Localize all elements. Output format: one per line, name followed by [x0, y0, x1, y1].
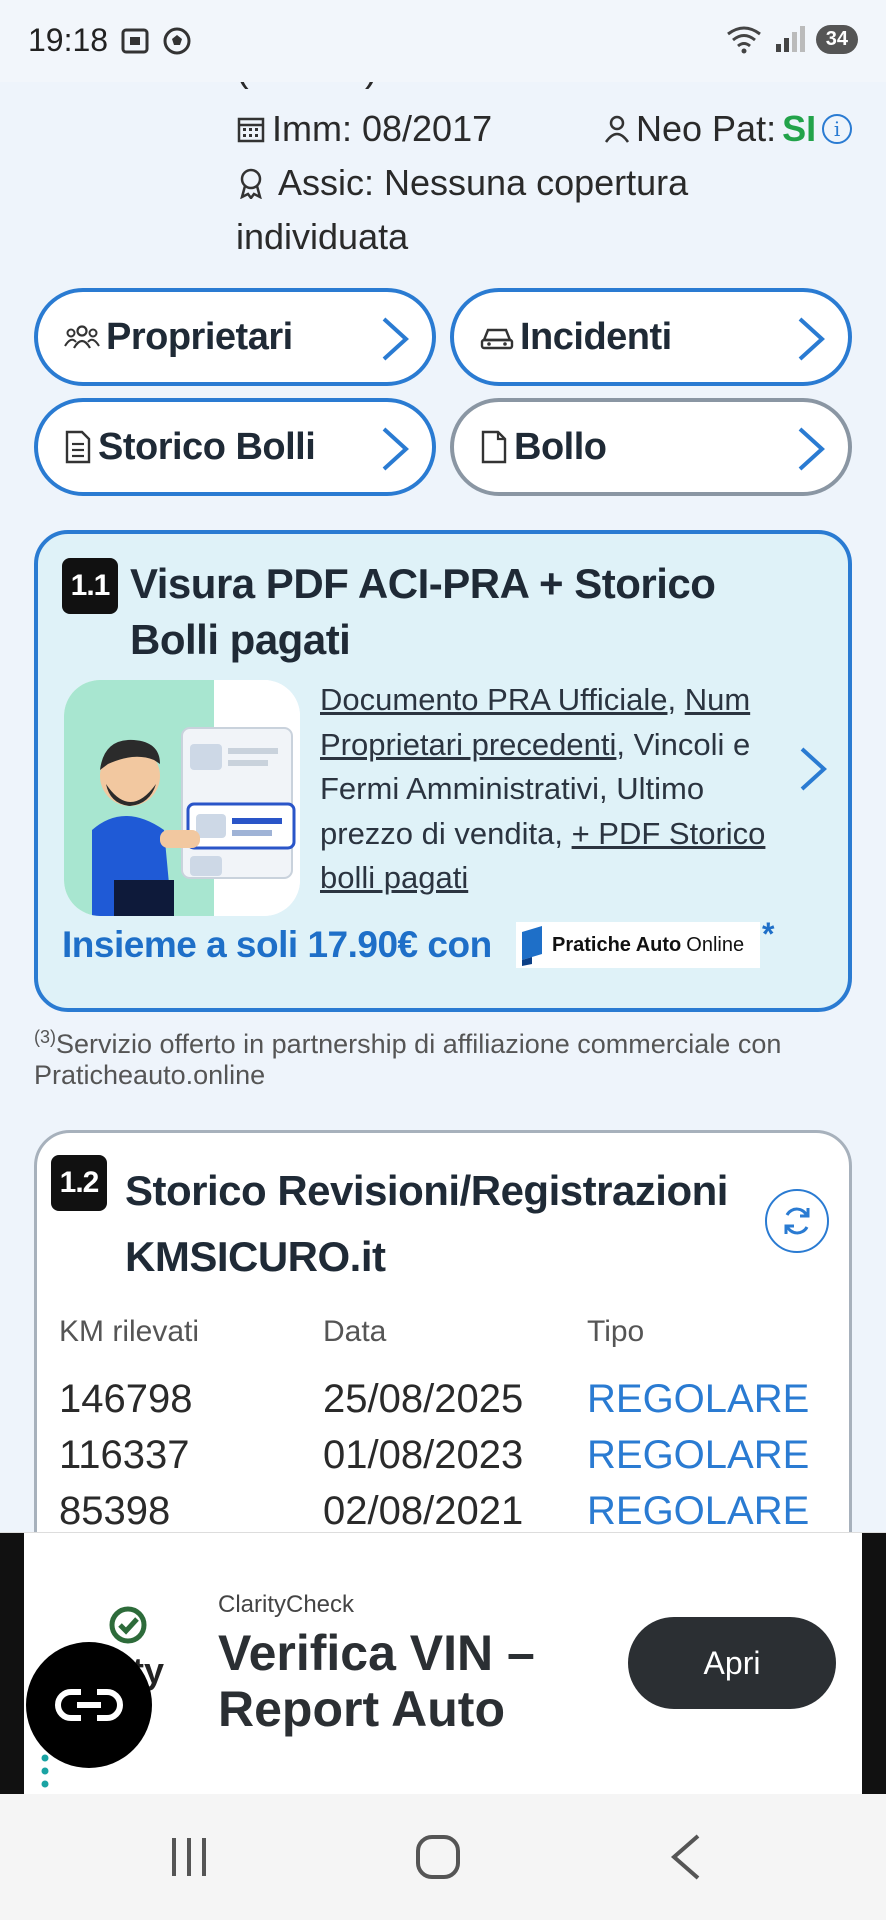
insurance-row: Assic: Nessuna copertura — [236, 162, 688, 204]
visura-title-line2: Bolli pagati — [130, 616, 351, 663]
signal-icon — [775, 26, 805, 52]
section-badge: 1.1 — [62, 558, 118, 614]
desc-text-3: prezzo di vendita, — [320, 815, 572, 851]
calendar-icon — [237, 117, 265, 143]
partnership-footnote: (3)Servizio offerto in partnership di af… — [34, 1022, 854, 1091]
ad-brand: ClarityCheck — [218, 1591, 355, 1618]
home-icon[interactable] — [414, 1834, 462, 1880]
wifi-icon — [726, 26, 761, 54]
column-header-type: Tipo — [587, 1315, 645, 1348]
floating-action-button[interactable] — [26, 1642, 152, 1768]
section-badge: 1.2 — [51, 1155, 107, 1211]
tax-button[interactable]: Bollo — [450, 398, 852, 496]
ad-title: Verifica VIN – Report Auto — [218, 1625, 535, 1737]
registration-row: Imm: 08/2017 — [236, 108, 492, 150]
check-magnifier-icon — [109, 1606, 147, 1644]
incidents-button[interactable]: Incidenti — [450, 288, 852, 386]
partner-logo: Pratiche Auto Online — [516, 922, 760, 968]
partner-name-light: Online — [686, 933, 745, 956]
neo-pat-value: SI — [782, 108, 817, 149]
back-icon[interactable] — [668, 1834, 704, 1880]
desc-text-2: Fermi Amministrativi, Ultimo — [320, 771, 705, 806]
mechanic-illustration — [64, 680, 300, 916]
document-lines-icon — [65, 430, 91, 464]
owners-button[interactable]: Proprietari — [34, 288, 436, 386]
ad-dots-icon — [41, 1754, 49, 1788]
incidents-button-label: Incidenti — [520, 315, 672, 358]
table-cell-km: 116337 — [59, 1433, 190, 1477]
soccer-ball-icon — [163, 27, 191, 55]
table-cell-date: 25/08/2025 — [323, 1377, 524, 1421]
link-tax-history-pdf-a[interactable]: + PDF Storico — [572, 816, 766, 851]
link-tax-history-pdf-b[interactable]: bolli pagati — [320, 860, 468, 895]
info-icon[interactable]: i — [822, 114, 853, 144]
car-crash-icon — [480, 328, 514, 350]
table-cell-date: 01/08/2023 — [323, 1433, 524, 1477]
insurance-row-2: individuata — [236, 216, 408, 258]
link-loop-icon — [55, 1689, 123, 1721]
table-cell-type: REGOLARE — [587, 1489, 810, 1533]
visura-title-line1: Visura PDF ACI-PRA + Storico — [130, 560, 716, 607]
visura-card[interactable]: 1.1 Visura PDF ACI-PRA + Storico Bolli p… — [34, 530, 852, 1012]
table-cell-type: REGOLARE — [587, 1433, 810, 1477]
recent-apps-icon[interactable] — [166, 1834, 212, 1880]
people-group-icon — [64, 325, 100, 349]
system-nav-bar — [0, 1794, 886, 1920]
chevron-right-icon[interactable] — [798, 746, 828, 792]
partner-logo-mark — [522, 926, 542, 966]
link-previous-owners-a[interactable]: Num — [685, 682, 750, 717]
chevron-right-icon — [382, 427, 409, 471]
revisions-title-line1: Storico Revisioni/Registrazioni — [125, 1167, 728, 1214]
battery-indicator: 34 — [815, 24, 858, 54]
registration-date: Imm: 08/2017 — [272, 108, 493, 149]
table-cell-km: 146798 — [59, 1377, 193, 1421]
chevron-right-icon — [798, 317, 825, 361]
ad-open-button[interactable]: Apri — [628, 1617, 836, 1709]
table-cell-type: REGOLARE — [587, 1377, 810, 1421]
status-time: 19:18 — [28, 22, 109, 58]
neo-pat-row: Neo Pat: SI i — [604, 108, 853, 150]
insurance-status-cont: individuata — [236, 216, 409, 257]
ad-edge-right — [862, 1533, 886, 1795]
price-promo: Insieme a soli 17.90€ con — [62, 924, 492, 965]
link-official-document[interactable]: Documento PRA Ufficiale — [320, 682, 667, 717]
asterisk: * — [762, 916, 775, 952]
chevron-right-icon — [798, 427, 825, 471]
refresh-button[interactable] — [765, 1189, 829, 1253]
footnote-marker: (3) — [34, 1027, 56, 1047]
table-cell-date: 02/08/2021 — [323, 1489, 524, 1533]
visura-description: Documento PRA Ufficiale, Num Proprietari… — [320, 678, 800, 901]
table-cell-km: 85398 — [59, 1489, 171, 1533]
tax-history-button[interactable]: Storico Bolli — [34, 398, 436, 496]
refresh-icon — [784, 1207, 810, 1235]
column-header-date: Data — [323, 1315, 387, 1348]
insurance-status: Assic: Nessuna copertura — [278, 162, 689, 203]
desc-separator: , — [667, 682, 685, 717]
column-header-km: KM rilevati — [59, 1315, 200, 1348]
neo-pat-label: Neo Pat: — [636, 108, 777, 149]
screenshot-icon — [121, 28, 149, 54]
person-icon — [604, 115, 630, 143]
chevron-right-icon — [382, 317, 409, 361]
ad-edge-left — [0, 1533, 24, 1795]
footnote-text: Servizio offerto in partnership di affil… — [34, 1029, 782, 1090]
tax-history-button-label: Storico Bolli — [98, 425, 316, 468]
partner-name-bold: Pratiche Auto — [552, 933, 682, 956]
desc-text-1: , Vincoli e — [616, 726, 751, 762]
owners-button-label: Proprietari — [106, 315, 293, 358]
award-ribbon-icon — [240, 168, 262, 199]
document-icon — [481, 430, 507, 464]
tax-button-label: Bollo — [514, 425, 607, 468]
status-bar: 19:18 34 — [0, 0, 886, 82]
revisions-title-line2: KMSICURO.it — [125, 1233, 386, 1280]
link-previous-owners-b[interactable]: Proprietari precedenti — [320, 727, 616, 762]
